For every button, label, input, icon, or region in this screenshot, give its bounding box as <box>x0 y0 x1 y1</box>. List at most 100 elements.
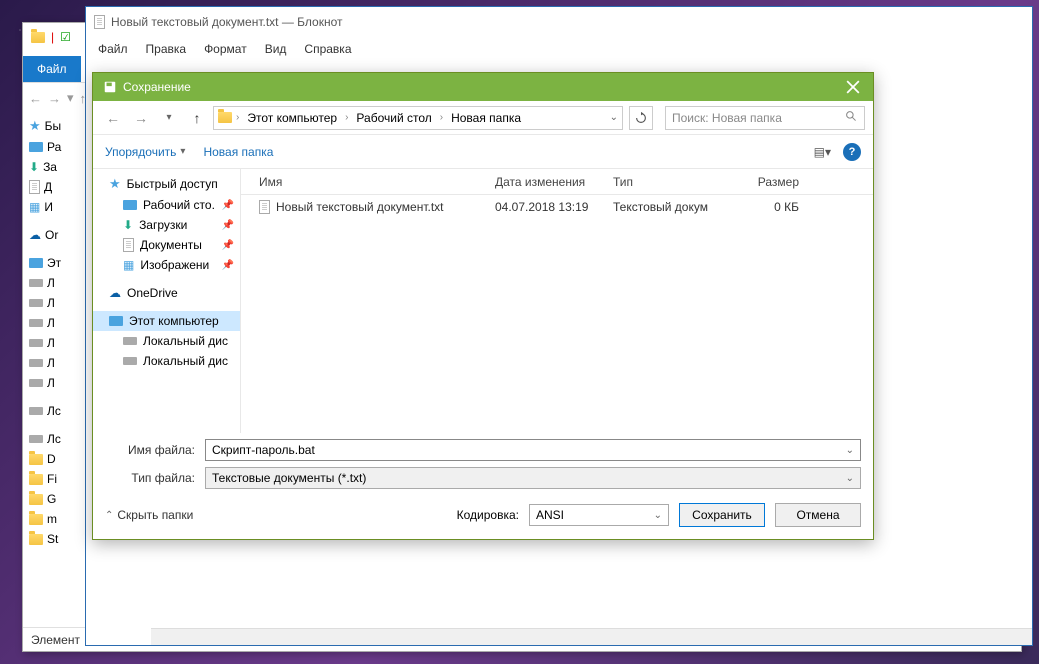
chevron-down-icon[interactable]: ⌄ <box>846 473 854 484</box>
cancel-button[interactable]: Отмена <box>775 503 861 527</box>
filetype-label: Тип файла: <box>105 471 195 485</box>
encoding-select[interactable]: ANSI ⌄ <box>529 504 669 526</box>
folder-icon <box>29 534 43 545</box>
star-icon: ★ <box>109 176 121 192</box>
nav-up[interactable]: ↑ <box>185 106 209 130</box>
save-icon <box>103 80 117 94</box>
menu-format[interactable]: Формат <box>204 42 247 56</box>
filename-label: Имя файла: <box>105 443 195 457</box>
sidebar-thispc[interactable]: Этот компьютер <box>93 311 240 331</box>
notepad-icon <box>94 15 105 29</box>
filename-input[interactable]: Скрипт-пароль.bat ⌄ <box>205 439 861 461</box>
nav-recent[interactable]: ▾ <box>157 106 181 130</box>
dialog-title-text: Сохранение <box>123 80 191 94</box>
folder-icon <box>29 474 43 485</box>
sidebar-quick-access[interactable]: ★Быстрый доступ <box>93 173 240 195</box>
pc-icon <box>29 258 43 268</box>
col-date[interactable]: Дата изменения <box>489 175 607 189</box>
chevron-right-icon: › <box>236 112 239 123</box>
breadcrumb-desktop[interactable]: Рабочий стол <box>352 111 435 125</box>
search-placeholder: Поиск: Новая папка <box>672 111 782 125</box>
menu-help[interactable]: Справка <box>304 42 351 56</box>
folder-icon <box>218 112 232 123</box>
folder-icon <box>29 514 43 525</box>
help-button[interactable]: ? <box>843 143 861 161</box>
sidebar-downloads[interactable]: ⬇Загрузки📌 <box>93 215 240 235</box>
sidebar-onedrive[interactable]: ☁OneDrive <box>93 283 240 303</box>
doc-icon <box>123 238 134 252</box>
address-bar[interactable]: › Этот компьютер › Рабочий стол › Новая … <box>213 106 623 130</box>
ribbon-tab-file[interactable]: Файл <box>23 56 81 82</box>
drive-icon <box>29 379 43 387</box>
organize-button[interactable]: Упорядочить▾ <box>105 145 185 159</box>
sidebar-desktop[interactable]: Рабочий сто.📌 <box>93 195 240 215</box>
pin-icon: 📌 <box>222 240 234 251</box>
drive-icon <box>123 337 137 345</box>
save-dialog: Сохранение ← → ▾ ↑ › Этот компьютер › Ра… <box>92 72 874 540</box>
desktop-icon <box>123 200 137 210</box>
chevron-right-icon: › <box>440 112 443 123</box>
nav-back[interactable]: ← <box>101 106 125 130</box>
drive-icon <box>29 339 43 347</box>
file-row[interactable]: Новый текстовый документ.txt 04.07.2018 … <box>241 195 873 219</box>
close-icon <box>846 80 860 94</box>
breadcrumb-folder[interactable]: Новая папка <box>447 111 525 125</box>
menu-view[interactable]: Вид <box>265 42 287 56</box>
close-button[interactable] <box>843 77 863 97</box>
search-icon <box>845 110 858 126</box>
hide-folders-link[interactable]: ⌃ Скрыть папки <box>105 508 193 522</box>
encoding-label: Кодировка: <box>457 508 519 522</box>
dialog-navbar: ← → ▾ ↑ › Этот компьютер › Рабочий стол … <box>93 101 873 135</box>
doc-icon <box>29 180 40 194</box>
star-icon: ★ <box>29 118 41 134</box>
notepad-titlebar: Новый текстовый документ.txt — Блокнот <box>86 7 1032 37</box>
col-size[interactable]: Размер <box>725 175 805 189</box>
txt-file-icon <box>259 200 270 214</box>
menu-edit[interactable]: Правка <box>146 42 187 56</box>
chevron-right-icon: › <box>345 112 348 123</box>
notepad-menubar[interactable]: Файл Правка Формат Вид Справка <box>86 37 1032 61</box>
file-list[interactable]: Имя Дата изменения Тип Размер Новый текс… <box>241 169 873 433</box>
pin-icon: 📌 <box>222 260 234 271</box>
dialog-sidebar[interactable]: ★Быстрый доступ Рабочий сто.📌 ⬇Загрузки📌… <box>93 169 241 433</box>
dialog-bottom: Имя файла: Скрипт-пароль.bat ⌄ Тип файла… <box>93 433 873 539</box>
col-type[interactable]: Тип <box>607 175 725 189</box>
dialog-toolbar: Упорядочить▾ Новая папка ▤▾ ? <box>93 135 873 169</box>
explorer-sidebar-bg: ★Бы Ра ⬇За Д ▦И ☁Or Эт Л Л Л Л Л Л Лс Лс… <box>23 115 88 625</box>
sidebar-local-disk-1[interactable]: Локальный дис <box>93 331 240 351</box>
notepad-scrollbar[interactable] <box>151 628 1032 645</box>
sidebar-local-disk-2[interactable]: Локальный дис <box>93 351 240 371</box>
folder-icon <box>29 494 43 505</box>
chevron-up-icon: ⌃ <box>105 510 113 521</box>
notepad-title-text: Новый текстовый документ.txt — Блокнот <box>111 15 343 29</box>
folder-icon <box>31 32 45 43</box>
pc-icon <box>109 316 123 326</box>
save-button[interactable]: Сохранить <box>679 503 765 527</box>
download-icon: ⬇ <box>123 218 133 232</box>
refresh-icon <box>634 111 648 125</box>
dialog-body: ★Быстрый доступ Рабочий сто.📌 ⬇Загрузки📌… <box>93 169 873 433</box>
file-list-header[interactable]: Имя Дата изменения Тип Размер <box>241 169 873 195</box>
pictures-icon: ▦ <box>123 258 134 272</box>
onedrive-icon: ☁ <box>109 286 121 300</box>
chevron-down-icon[interactable]: ⌄ <box>654 510 662 521</box>
folder-icon <box>29 454 43 465</box>
pin-icon: 📌 <box>222 200 234 211</box>
refresh-button[interactable] <box>629 106 653 130</box>
sidebar-documents[interactable]: Документы📌 <box>93 235 240 255</box>
dialog-titlebar[interactable]: Сохранение <box>93 73 873 101</box>
newfolder-button[interactable]: Новая папка <box>203 145 273 159</box>
chevron-down-icon[interactable]: ⌄ <box>846 445 854 456</box>
chevron-down-icon[interactable]: ⌄ <box>610 112 618 123</box>
breadcrumb-thispc[interactable]: Этот компьютер <box>243 111 341 125</box>
drive-icon <box>29 407 43 415</box>
drive-icon <box>29 299 43 307</box>
menu-file[interactable]: Файл <box>98 42 128 56</box>
filetype-select[interactable]: Текстовые документы (*.txt) ⌄ <box>205 467 861 489</box>
view-button[interactable]: ▤▾ <box>814 145 831 159</box>
search-input[interactable]: Поиск: Новая папка <box>665 106 865 130</box>
col-name[interactable]: Имя <box>241 175 489 189</box>
sidebar-pictures[interactable]: ▦Изображени📌 <box>93 255 240 275</box>
drive-icon <box>29 319 43 327</box>
nav-forward: → <box>129 106 153 130</box>
